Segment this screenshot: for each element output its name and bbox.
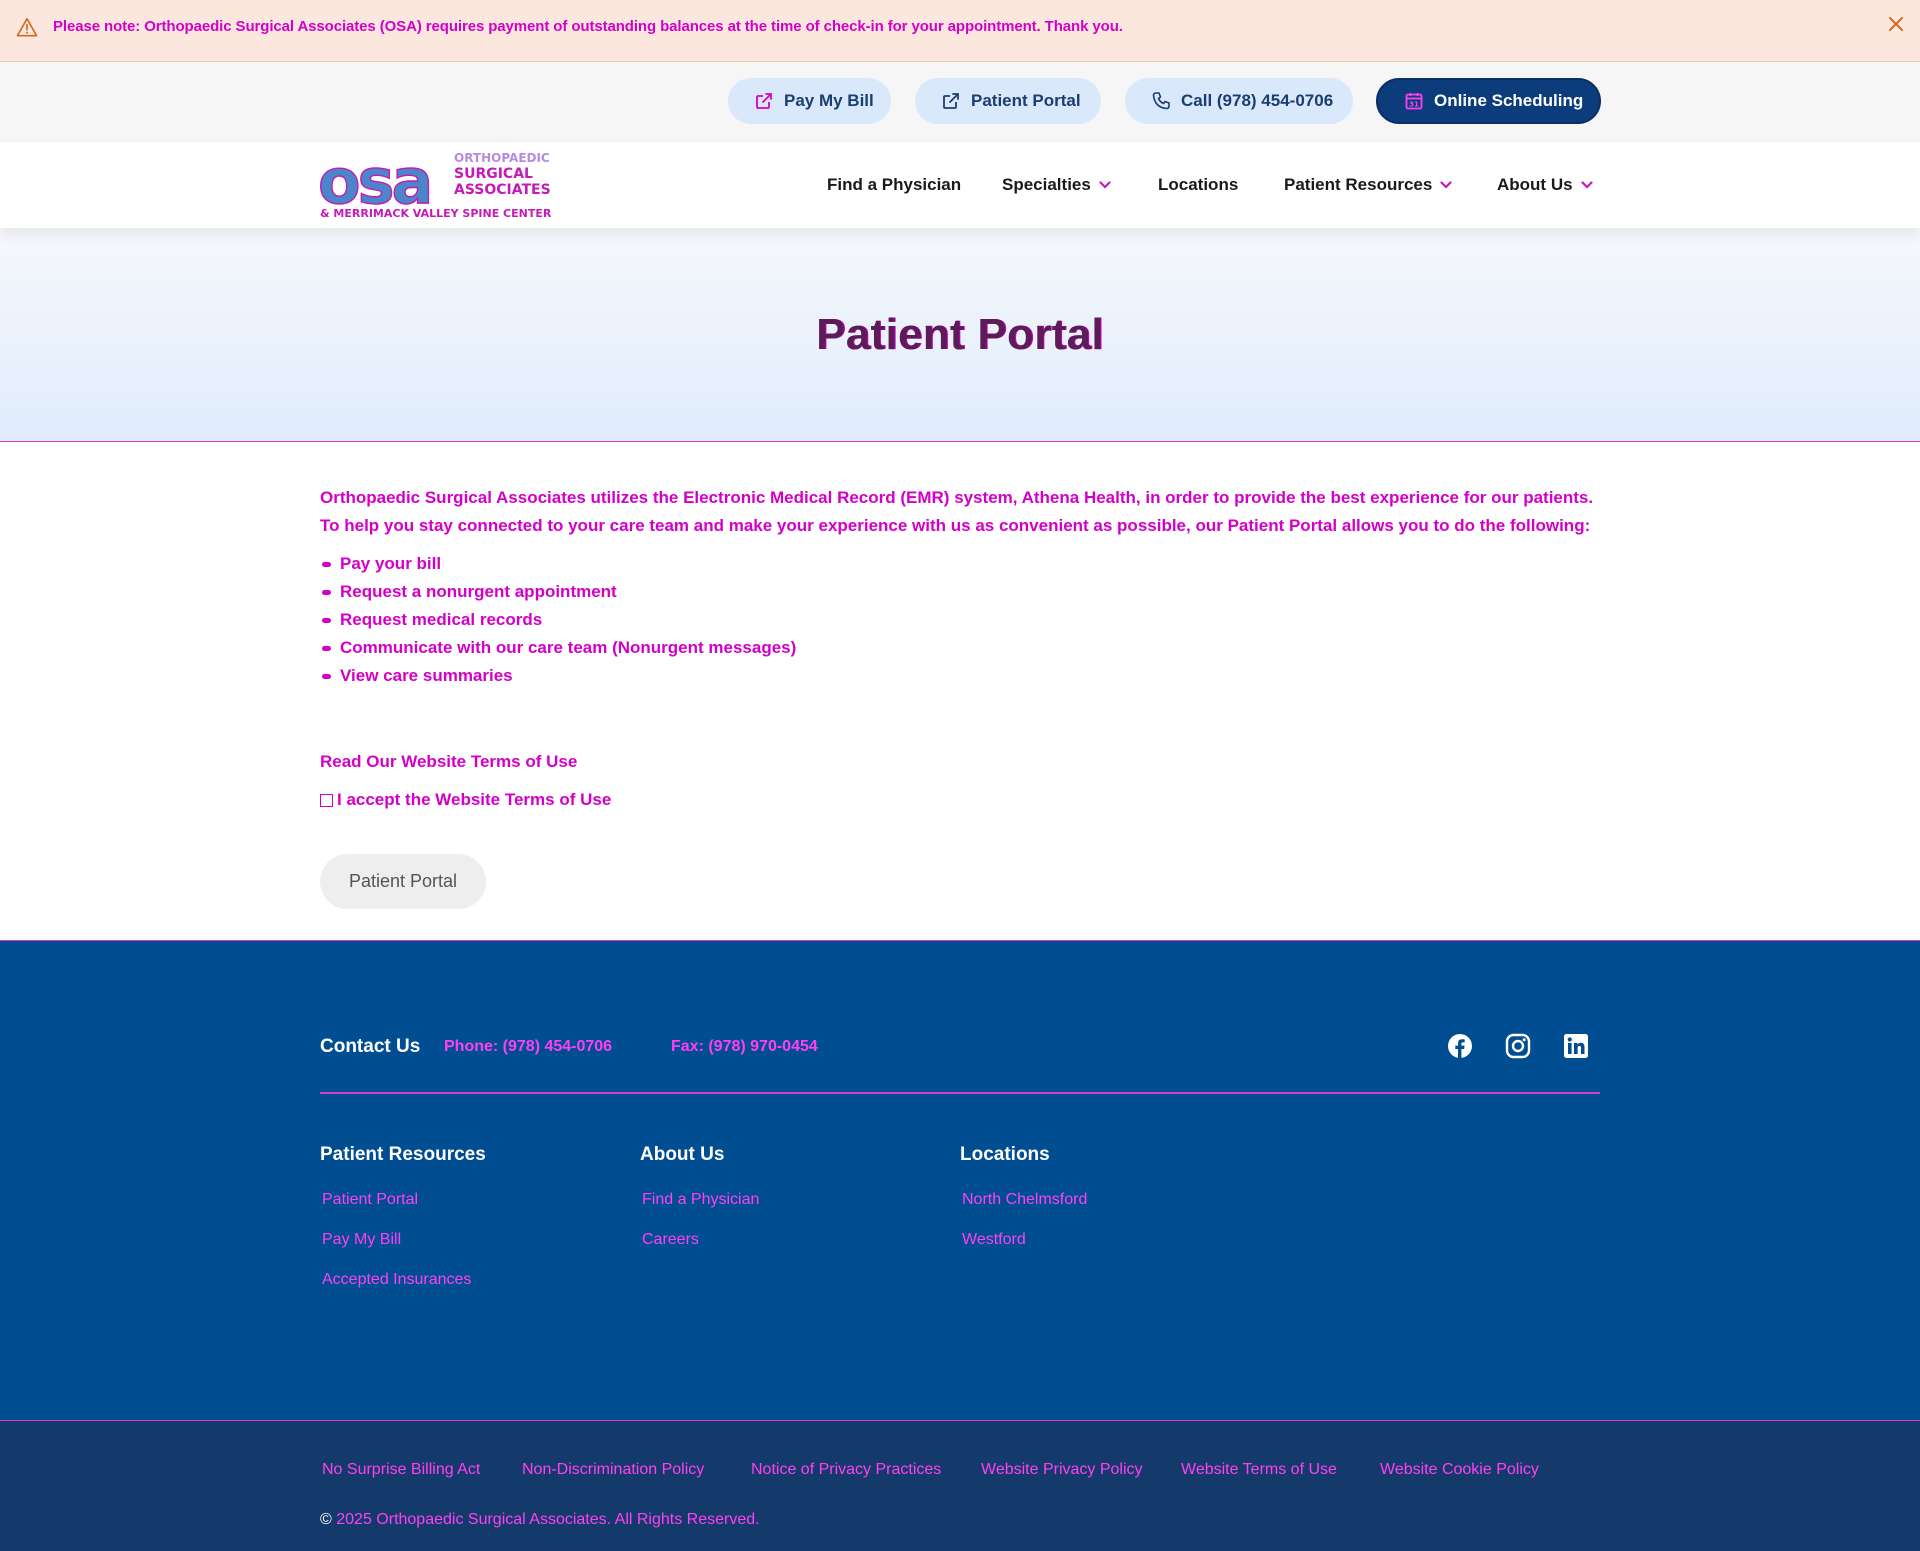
nav-patient-resources[interactable]: Patient Resources (1284, 175, 1452, 195)
footer-link-find-physician[interactable]: Find a Physician (642, 1191, 759, 1209)
list-item: Pay your bill (320, 550, 1610, 578)
copyright: © 2025 Orthopaedic Surgical Associates. … (320, 1511, 760, 1529)
list-item: View care summaries (320, 662, 1610, 690)
footer-divider (320, 1092, 1600, 1094)
policy-link[interactable]: Non-Discrimination Policy (522, 1461, 704, 1479)
warning-icon (16, 18, 38, 37)
policy-link[interactable]: Website Privacy Policy (981, 1461, 1143, 1479)
pay-my-bill-label: Pay My Bill (784, 91, 874, 110)
footer-link-careers[interactable]: Careers (642, 1231, 699, 1249)
accept-terms-label: I accept the Website Terms of Use (337, 790, 612, 809)
linkedin-icon[interactable] (1563, 1033, 1589, 1059)
site-footer: Contact Us Phone: (978) 454-0706 Fax: (9… (0, 940, 1920, 1420)
patient-portal-button[interactable]: Patient Portal (915, 78, 1101, 124)
logo-line3: ASSOCIATES (454, 182, 551, 198)
footer-fax: Fax: (978) 970-0454 (671, 1038, 818, 1055)
policy-link[interactable]: No Surprise Billing Act (322, 1461, 480, 1479)
page-title: Patient Portal (816, 310, 1104, 359)
nav-about-us-label: About Us (1497, 175, 1573, 194)
patient-portal-label: Patient Portal (971, 91, 1081, 110)
logo-line1: ORTHOPAEDIC (454, 151, 550, 165)
intro-paragraph: Orthopaedic Surgical Associates utilizes… (320, 488, 1594, 535)
external-link-icon (756, 93, 772, 109)
page-hero: Patient Portal (0, 228, 1920, 442)
chevron-down-icon (1440, 181, 1452, 189)
external-link-icon (943, 93, 959, 109)
call-button[interactable]: Call (978) 454-0706 (1125, 78, 1353, 124)
accept-terms-checkbox[interactable]: I accept the Website Terms of Use (320, 790, 1610, 810)
logo-line4: & MERRIMACK VALLEY SPINE CENTER (320, 207, 552, 220)
utility-bar: Pay My Bill Patient Portal Call (978) 45… (0, 62, 1920, 142)
footer-link-westford[interactable]: Westford (962, 1231, 1026, 1249)
legal-bar: No Surprise Billing Act Non-Discriminati… (0, 1420, 1920, 1551)
policy-link[interactable]: Notice of Privacy Practices (751, 1461, 941, 1479)
patient-portal-submit-button[interactable]: Patient Portal (320, 854, 486, 909)
online-scheduling-label: Online Scheduling (1434, 91, 1584, 110)
footer-link-accepted-insurances[interactable]: Accepted Insurances (322, 1271, 471, 1289)
list-item: Request a nonurgent appointment (320, 578, 1610, 606)
footer-link-pay-my-bill[interactable]: Pay My Bill (322, 1231, 401, 1249)
terms-of-use-link[interactable]: Read Our Website Terms of Use (320, 752, 1610, 772)
copyright-symbol: © (320, 1511, 332, 1528)
calendar-icon: 31 (1405, 93, 1423, 110)
call-label: Call (978) 454-0706 (1181, 91, 1334, 110)
nav-specialties[interactable]: Specialties (1002, 175, 1111, 195)
footer-column-title: Patient Resources (320, 1144, 486, 1165)
footer-column-title: About Us (640, 1144, 725, 1165)
contact-title: Contact Us (320, 1036, 421, 1057)
osa-logo[interactable]: osa ORTHOPAEDIC SURGICAL ASSOCIATES & ME… (318, 149, 558, 221)
nav-specialties-label: Specialties (1002, 175, 1091, 194)
main-content: Orthopaedic Surgical Associates utilizes… (320, 484, 1610, 909)
checkbox-box[interactable] (320, 793, 333, 807)
footer-phone-link[interactable]: Phone: (978) 454-0706 (444, 1038, 612, 1056)
list-item: Communicate with our care team (Nonurgen… (320, 634, 1610, 662)
chevron-down-icon (1580, 181, 1593, 189)
policy-link[interactable]: Website Terms of Use (1181, 1461, 1337, 1479)
pay-my-bill-button[interactable]: Pay My Bill (728, 78, 891, 124)
alert-message: Please note: Orthopaedic Surgical Associ… (53, 18, 1123, 35)
nav-find-physician[interactable]: Find a Physician (827, 175, 961, 195)
phone-icon (1152, 92, 1170, 110)
policy-link[interactable]: Website Cookie Policy (1380, 1461, 1539, 1479)
facebook-icon[interactable] (1447, 1033, 1473, 1059)
svg-text:31: 31 (1409, 101, 1419, 109)
footer-link-north-chelmsford[interactable]: North Chelmsford (962, 1191, 1087, 1209)
instagram-icon[interactable] (1505, 1033, 1531, 1059)
copyright-text: 2025 Orthopaedic Surgical Associates. Al… (336, 1511, 760, 1528)
nav-patient-resources-label: Patient Resources (1284, 175, 1433, 194)
logo-line2: SURGICAL (454, 166, 533, 182)
nav-find-physician-label: Find a Physician (827, 175, 962, 194)
chevron-down-icon (1099, 181, 1111, 189)
close-icon[interactable] (1886, 14, 1906, 34)
nav-locations[interactable]: Locations (1158, 175, 1238, 195)
nav-about-us[interactable]: About Us (1497, 175, 1593, 195)
footer-column-title: Locations (960, 1144, 1050, 1165)
footer-link-patient-portal[interactable]: Patient Portal (322, 1191, 418, 1209)
online-scheduling-button[interactable]: 31 Online Scheduling (1376, 78, 1601, 124)
alert-banner: Please note: Orthopaedic Surgical Associ… (0, 0, 1920, 62)
feature-list: Pay your bill Request a nonurgent appoin… (320, 550, 1610, 690)
site-header: osa ORTHOPAEDIC SURGICAL ASSOCIATES & ME… (0, 142, 1920, 228)
list-item: Request medical records (320, 606, 1610, 634)
nav-locations-label: Locations (1158, 175, 1239, 194)
